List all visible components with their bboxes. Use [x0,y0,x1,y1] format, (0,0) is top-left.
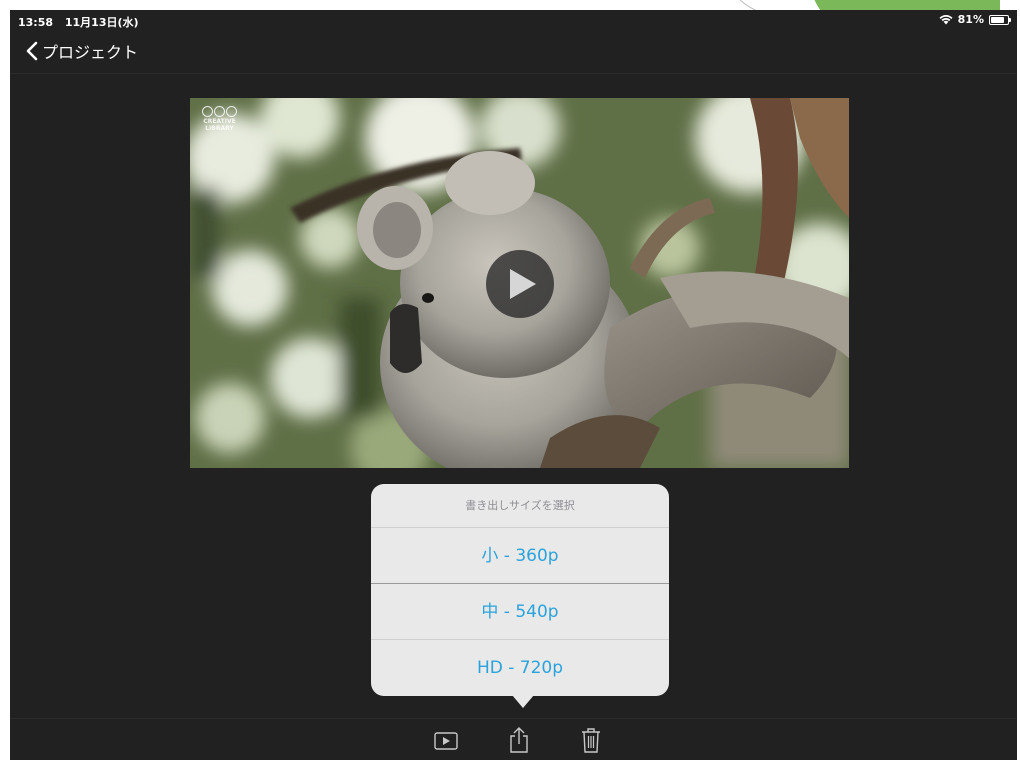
bottom-toolbar [10,718,1017,760]
export-option-720p[interactable]: HD - 720p [371,640,669,696]
export-option-360p[interactable]: 小 - 360p [371,528,669,584]
battery-icon [989,14,1011,25]
status-date: 11月13日(水) [64,16,139,29]
status-time: 13:58 [18,16,54,29]
trash-icon [582,728,600,753]
video-preview[interactable]: CREATIVE LIBRARY [190,98,849,468]
share-button[interactable] [509,727,529,757]
ipad-screen: 13:58 11月13日(水) 81% プロジェクト CREATIVE LIBR… [10,10,1017,760]
watermark-circles [202,106,237,117]
status-bar: 13:58 11月13日(水) 81% [10,10,1017,30]
play-icon [434,732,458,750]
battery-level [991,16,1004,23]
export-option-540p[interactable]: 中 - 540p [371,584,669,640]
status-left: 13:58 11月13日(水) [18,14,147,30]
back-button[interactable]: プロジェクト [26,39,138,63]
play-icon [510,269,536,299]
popover-title: 書き出しサイズを選択 [371,484,669,528]
delete-button[interactable] [581,727,601,757]
play-preview-button[interactable] [434,732,458,754]
status-right: 81% [939,13,1011,26]
export-size-popover: 書き出しサイズを選択 小 - 360p 中 - 540p HD - 720p [371,484,669,708]
back-button-label: プロジェクト [42,43,139,62]
watermark-logo: CREATIVE LIBRARY [202,106,237,132]
watermark-line2: LIBRARY [205,125,234,132]
play-button[interactable] [486,250,554,318]
wifi-icon [939,15,953,25]
chevron-left-icon [26,41,38,61]
share-icon [510,727,528,753]
battery-percentage: 81% [957,13,984,26]
popover-arrow [512,695,534,708]
watermark-line1: CREATIVE [203,118,236,125]
navigation-bar: プロジェクト [10,30,1017,74]
